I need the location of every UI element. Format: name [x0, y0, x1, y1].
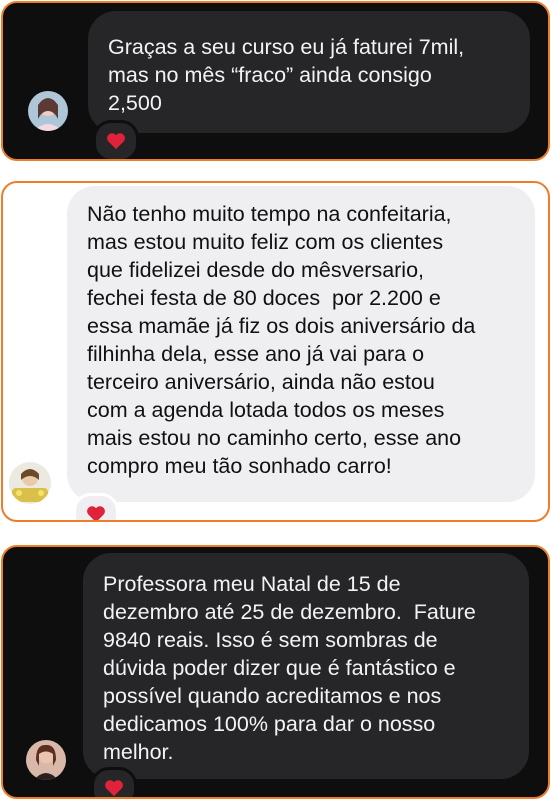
heart-icon — [86, 505, 106, 520]
message-line: filhinha dela, esse ano já vai para o — [87, 342, 425, 366]
message-line: 2,500 — [108, 91, 162, 115]
message-card-3: Professora meu Natal de 15 de dezembro a… — [1, 545, 550, 799]
message-line: essa mamãe já fiz os dois aniversário da — [87, 314, 476, 338]
reaction-badge[interactable] — [93, 120, 139, 159]
reaction-badge[interactable] — [73, 493, 119, 520]
message-line: mas no mês “fraco” ainda consigo — [108, 63, 432, 87]
user-avatar[interactable] — [26, 740, 66, 780]
message-line: melhor. — [103, 740, 174, 764]
message-line: dedicamos 100% para dar o nosso — [103, 712, 436, 736]
message-line: Professora meu Natal de 15 de — [103, 572, 401, 596]
message-line: Não tenho muito tempo na confeitaria, — [87, 202, 452, 226]
message-line: dezembro até 25 de dezembro. Fature — [103, 600, 476, 624]
message-bubble: Graças a seu curso eu já faturei 7mil, m… — [88, 11, 530, 133]
message-line: fechei festa de 80 doces por 2.200 e — [87, 286, 441, 310]
message-line: compro meu tão sonhado carro! — [87, 454, 392, 478]
message-line: Graças a seu curso eu já faturei 7mil, — [108, 35, 465, 59]
reaction-badge[interactable] — [91, 767, 137, 797]
message-line: com a agenda lotada todos os meses — [87, 398, 445, 422]
message-bubble: Não tenho muito tempo na confeitaria, ma… — [67, 186, 535, 502]
message-card-1: Graças a seu curso eu já faturei 7mil, m… — [1, 1, 550, 161]
message-line: terceiro aniversário, ainda não estou — [87, 370, 435, 394]
user-avatar[interactable] — [28, 91, 68, 131]
message-line: mais estou no caminho certo, esse ano — [87, 426, 462, 450]
user-avatar[interactable] — [9, 462, 51, 504]
message-line: que fidelizei desde do mêsversario, — [87, 258, 425, 282]
message-card-2: Não tenho muito tempo na confeitaria, ma… — [1, 181, 550, 522]
heart-icon — [106, 132, 126, 150]
message-line: mas estou muito feliz com os clientes — [87, 230, 444, 254]
message-bubble: Professora meu Natal de 15 de dezembro a… — [83, 553, 529, 779]
heart-icon — [104, 779, 124, 797]
message-line: dúvida poder dizer que é fantástico e — [103, 656, 456, 680]
message-line: 9840 reais. Isso é sem sombras de — [103, 628, 438, 652]
message-line: possível quando acreditamos e nos — [103, 684, 442, 708]
